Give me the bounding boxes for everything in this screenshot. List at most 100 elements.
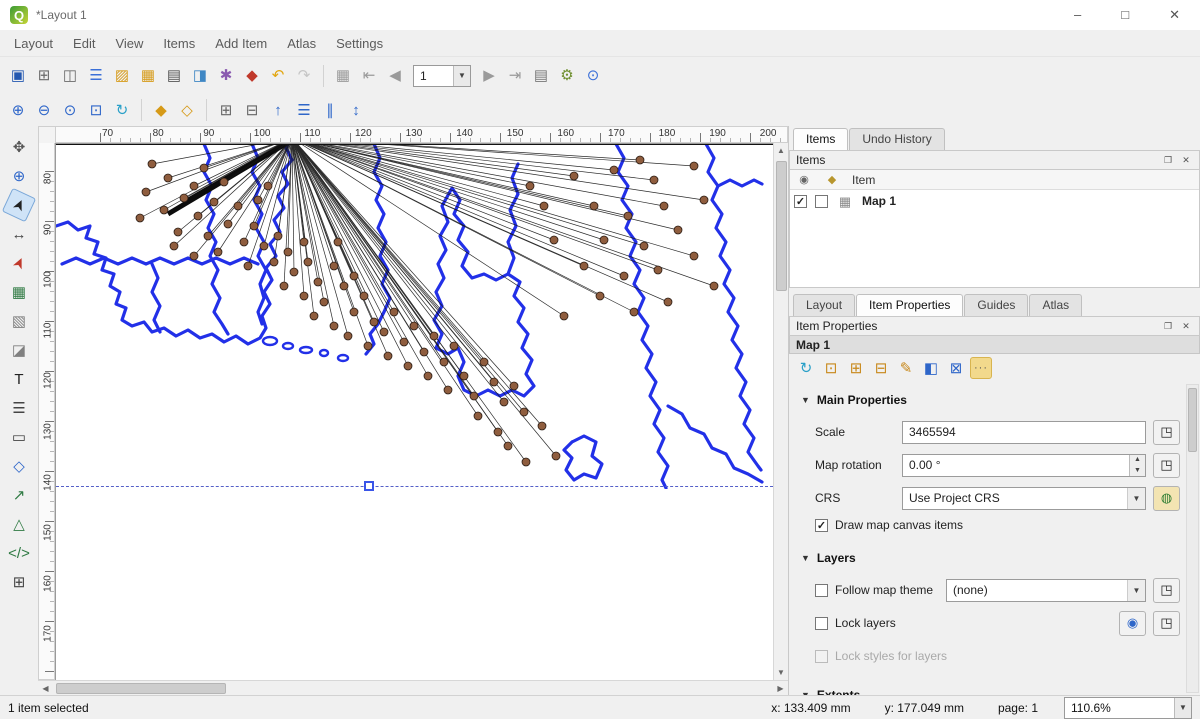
scrollbar-thumb[interactable] xyxy=(1188,388,1197,452)
chevron-down-icon[interactable]: ▼ xyxy=(1127,580,1145,601)
data-defined-override-icon[interactable]: ◳ xyxy=(1153,578,1180,603)
crs-dropdown[interactable]: Use Project CRS ▼ xyxy=(902,487,1146,510)
preview-atlas-icon[interactable]: ▦ xyxy=(331,64,355,88)
export-image-icon[interactable]: ◨ xyxy=(188,64,212,88)
set-map-extent-to-canvas-icon[interactable]: ⊡ xyxy=(820,357,842,379)
draw-canvas-items-row[interactable]: Draw map canvas items xyxy=(815,518,1180,532)
chevron-down-icon[interactable]: ▼ xyxy=(1174,698,1191,718)
align-items-icon[interactable]: ☰ xyxy=(292,98,316,122)
map-theme-dropdown[interactable]: (none) ▼ xyxy=(946,579,1146,602)
item-row-label[interactable]: Map 1 xyxy=(862,194,896,208)
properties-scrollbar[interactable] xyxy=(1186,384,1199,693)
menu-layout[interactable]: Layout xyxy=(4,32,63,55)
scrollbar-thumb[interactable] xyxy=(776,161,787,291)
edit-nodes-item-icon[interactable]: ➤ xyxy=(2,246,37,281)
distribute-items-icon[interactable]: ∥ xyxy=(318,98,342,122)
first-feature-icon[interactable]: ⇤ xyxy=(357,64,381,88)
item-row-map1[interactable]: ▦ Map 1 xyxy=(790,190,1199,212)
duplicate-layout-icon[interactable]: ◫ xyxy=(58,64,82,88)
main-properties-header[interactable]: ▼ Main Properties xyxy=(799,388,1180,412)
refresh-view-icon[interactable]: ↻ xyxy=(110,98,134,122)
ungroup-items-icon[interactable]: ⊟ xyxy=(240,98,264,122)
add-arrow-icon[interactable]: ↗ xyxy=(6,482,32,508)
tab-guides[interactable]: Guides xyxy=(964,294,1028,316)
add-attribute-table-icon[interactable]: ⊞ xyxy=(6,569,32,595)
tab-item-properties[interactable]: Item Properties xyxy=(856,294,963,316)
lock-selected-items-icon[interactable]: ◆ xyxy=(149,98,173,122)
undo-icon[interactable]: ↶ xyxy=(266,64,290,88)
load-from-template-icon[interactable]: ▨ xyxy=(110,64,134,88)
tab-items[interactable]: Items xyxy=(793,128,848,150)
menu-view[interactable]: View xyxy=(105,32,153,55)
select-crs-button[interactable]: ◍ xyxy=(1153,486,1180,511)
add-map-icon[interactable]: ▦ xyxy=(6,279,32,305)
scroll-right-icon[interactable]: ▶ xyxy=(773,681,788,696)
data-defined-override-icon[interactable]: ◳ xyxy=(1153,420,1180,445)
menu-add-item[interactable]: Add Item xyxy=(205,32,277,55)
zoom-icon[interactable]: ⊕ xyxy=(6,163,32,189)
set-canvas-to-map-extent-icon[interactable]: ⊟ xyxy=(870,357,892,379)
extents-header[interactable]: ▼ Extents xyxy=(799,683,1180,695)
minimize-button[interactable]: – xyxy=(1074,7,1081,23)
scroll-up-icon[interactable]: ▲ xyxy=(774,143,789,158)
view-map-extent-in-canvas-icon[interactable]: ⊞ xyxy=(845,357,867,379)
redo-icon[interactable]: ↷ xyxy=(292,64,316,88)
more-map-settings-icon[interactable]: ··· xyxy=(970,357,992,379)
save-project-icon[interactable]: ▣ xyxy=(6,64,30,88)
pan-icon[interactable]: ✥ xyxy=(6,134,32,160)
group-items-icon[interactable]: ⊞ xyxy=(214,98,238,122)
atlas-feature-spinbox[interactable]: 1 ▼ xyxy=(413,65,471,87)
scroll-left-icon[interactable]: ◀ xyxy=(38,681,53,696)
spinner-arrows[interactable]: ▲▼ xyxy=(1129,455,1145,476)
maximize-button[interactable]: □ xyxy=(1121,7,1129,23)
scrollbar-thumb[interactable] xyxy=(56,683,226,694)
previous-feature-icon[interactable]: ◀ xyxy=(383,64,407,88)
add-shape-icon[interactable]: ◇ xyxy=(6,453,32,479)
zoom-level-combo[interactable]: 110.6% ▼ xyxy=(1064,697,1192,719)
item-visibility-checkbox[interactable] xyxy=(794,195,807,208)
follow-map-theme-checkbox[interactable] xyxy=(815,584,828,597)
add-html-icon[interactable]: </> xyxy=(6,540,32,566)
menu-atlas[interactable]: Atlas xyxy=(277,32,326,55)
new-layout-icon[interactable]: ⊞ xyxy=(32,64,56,88)
map-rotation-spinbox[interactable]: 0.00 ° ▲▼ xyxy=(902,454,1146,477)
data-defined-override-icon[interactable]: ◳ xyxy=(1153,611,1180,636)
print-atlas-icon[interactable]: ▤ xyxy=(529,64,553,88)
export-svg-icon[interactable]: ✱ xyxy=(214,64,238,88)
add-label-icon[interactable]: T xyxy=(6,366,32,392)
layout-canvas[interactable] xyxy=(55,143,773,680)
next-feature-icon[interactable]: ▶ xyxy=(477,64,501,88)
selection-handle[interactable] xyxy=(364,481,374,491)
zoom-actual-icon[interactable]: ⊙ xyxy=(58,98,82,122)
export-pdf-icon[interactable]: ◆ xyxy=(240,64,264,88)
visibility-presets-button[interactable]: ◉ xyxy=(1119,611,1146,636)
atlas-settings-icon[interactable]: ⚙ xyxy=(555,64,579,88)
scale-input[interactable]: 3465594 xyxy=(902,421,1146,444)
export-atlas-icon[interactable]: ⊙ xyxy=(581,64,605,88)
chevron-down-icon[interactable]: ▼ xyxy=(453,66,470,86)
add-legend-icon[interactable]: ☰ xyxy=(6,395,32,421)
interactively-edit-extent-icon[interactable]: ✎ xyxy=(895,357,917,379)
zoom-level-value[interactable]: 110.6% xyxy=(1065,698,1174,718)
menu-edit[interactable]: Edit xyxy=(63,32,105,55)
unlock-all-items-icon[interactable]: ◇ xyxy=(175,98,199,122)
tab-layout[interactable]: Layout xyxy=(793,294,855,316)
select-move-item-icon[interactable]: ➤ xyxy=(2,188,37,223)
map-item[interactable] xyxy=(56,144,764,489)
close-panel-icon[interactable]: ✕ xyxy=(1179,153,1193,167)
menu-items[interactable]: Items xyxy=(153,32,205,55)
float-panel-icon[interactable]: ❐ xyxy=(1161,153,1175,167)
add-node-item-icon[interactable]: △ xyxy=(6,511,32,537)
tab-atlas[interactable]: Atlas xyxy=(1029,294,1082,316)
atlas-feature-value[interactable]: 1 xyxy=(414,66,453,86)
float-panel-icon[interactable]: ❐ xyxy=(1161,319,1175,333)
zoom-full-icon[interactable]: ⊡ xyxy=(84,98,108,122)
print-icon[interactable]: ▤ xyxy=(162,64,186,88)
labeling-settings-icon[interactable]: ◧ xyxy=(920,357,942,379)
menu-settings[interactable]: Settings xyxy=(326,32,393,55)
add-3d-map-icon[interactable]: ▧ xyxy=(6,308,32,334)
update-map-preview-icon[interactable]: ↻ xyxy=(795,357,817,379)
zoom-out-icon[interactable]: ⊖ xyxy=(32,98,56,122)
add-scalebar-icon[interactable]: ▭ xyxy=(6,424,32,450)
close-button[interactable]: ✕ xyxy=(1169,7,1180,23)
